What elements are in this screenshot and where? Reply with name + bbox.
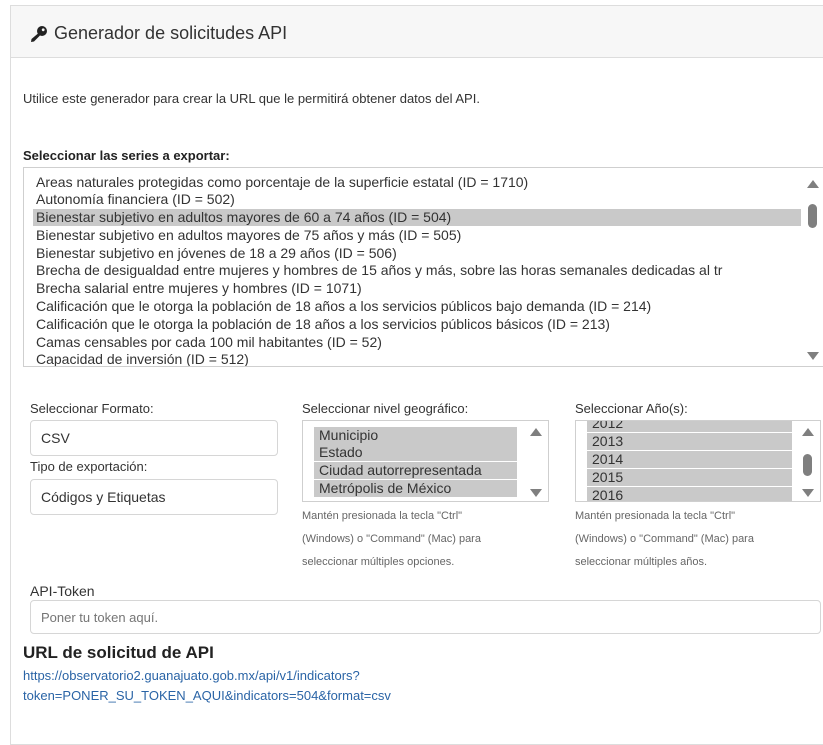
token-input[interactable] — [30, 600, 821, 634]
geo-help-line: seleccionar múltiples opciones. — [302, 556, 455, 568]
request-url-link[interactable]: https://observatorio2.guanajuato.gob.mx/… — [23, 666, 391, 706]
geo-option[interactable]: Estado — [314, 444, 517, 461]
years-help-line: (Windows) o "Command" (Mac) para — [575, 533, 754, 545]
geo-scrollbar[interactable] — [528, 421, 548, 501]
year-option[interactable]: 2015 — [587, 469, 792, 486]
series-listbox[interactable]: Areas naturales protegidas como porcenta… — [23, 167, 823, 367]
url-title: URL de solicitud de API — [23, 643, 214, 662]
panel-heading: Generador de solicitudes API — [11, 6, 823, 58]
series-label: Seleccionar las series a exportar: — [23, 148, 230, 163]
export-type-label: Tipo de exportación: — [30, 459, 148, 474]
export-type-select[interactable]: Códigos y Etiquetas — [30, 479, 278, 515]
years-help-line: Mantén presionada la tecla "Ctrl" — [575, 510, 736, 522]
years-help-line: seleccionar múltiples años. — [575, 556, 708, 568]
series-option[interactable]: Camas censables por cada 100 mil habitan… — [36, 334, 801, 351]
year-option[interactable]: 2016 — [587, 487, 792, 501]
geo-help-line: (Windows) o "Command" (Mac) para — [302, 533, 481, 545]
series-option[interactable]: Areas naturales protegidas como porcenta… — [36, 174, 801, 191]
intro-text: Utilice este generador para crear la URL… — [23, 91, 480, 106]
geo-help: Mantén presionada la tecla "Ctrl" (Windo… — [302, 505, 481, 574]
year-option[interactable]: 2012 — [587, 421, 792, 432]
series-option[interactable]: Brecha salarial entre mujeres y hombres … — [36, 280, 801, 297]
scroll-up-arrow-icon[interactable] — [802, 428, 814, 436]
token-label: API-Token — [30, 583, 95, 599]
series-option-selected[interactable]: Bienestar subjetivo en adultos mayores d… — [33, 209, 801, 226]
series-option[interactable]: Bienestar subjetivo en jóvenes de 18 a 2… — [36, 245, 801, 262]
export-type-value: Códigos y Etiquetas — [41, 489, 166, 505]
years-scrollbar[interactable] — [800, 421, 820, 501]
url-line: https://observatorio2.guanajuato.gob.mx/… — [23, 668, 360, 683]
format-value: CSV — [41, 430, 70, 446]
scroll-up-arrow-icon[interactable] — [807, 180, 819, 188]
geo-label: Seleccionar nivel geográfico: — [302, 401, 469, 416]
series-option[interactable]: Capacidad de inversión (ID = 512) — [36, 351, 801, 366]
geo-select[interactable]: Municipio Estado Ciudad autorrepresentad… — [302, 420, 549, 502]
format-select[interactable]: CSV — [30, 420, 278, 456]
format-label: Seleccionar Formato: — [30, 401, 154, 416]
years-select[interactable]: 2012 2013 2014 2015 2016 — [575, 420, 821, 502]
geo-option[interactable]: Ciudad autorrepresentada — [314, 462, 517, 479]
series-option[interactable]: Calificación que le otorga la población … — [36, 298, 801, 315]
scroll-down-arrow-icon[interactable] — [807, 352, 819, 360]
year-option[interactable]: 2013 — [587, 433, 792, 450]
key-icon — [31, 25, 47, 42]
series-scrollbar[interactable] — [803, 168, 823, 366]
geo-help-line: Mantén presionada la tecla "Ctrl" — [302, 510, 463, 522]
url-line: token=PONER_SU_TOKEN_AQUI&indicators=504… — [23, 688, 391, 703]
geo-option[interactable]: Metrópolis de México — [314, 480, 517, 497]
series-option[interactable]: Brecha de desigualdad entre mujeres y ho… — [36, 262, 801, 279]
scroll-down-arrow-icon[interactable] — [530, 489, 542, 497]
series-option[interactable]: Bienestar subjetivo en adultos mayores d… — [36, 227, 801, 244]
years-label: Seleccionar Año(s): — [575, 401, 688, 416]
scroll-down-arrow-icon[interactable] — [802, 489, 814, 497]
api-generator-panel: Generador de solicitudes API — [10, 5, 823, 745]
years-help: Mantén presionada la tecla "Ctrl" (Windo… — [575, 505, 754, 574]
geo-option[interactable]: Municipio — [314, 427, 517, 444]
series-option[interactable]: Calificación que le otorga la población … — [36, 316, 801, 333]
scroll-up-arrow-icon[interactable] — [530, 428, 542, 436]
panel-title-text: Generador de solicitudes API — [54, 23, 288, 43]
year-option[interactable]: 2014 — [587, 451, 792, 468]
panel-title: Generador de solicitudes API — [30, 23, 287, 44]
series-option[interactable]: Autonomía financiera (ID = 502) — [36, 191, 801, 208]
scroll-thumb[interactable] — [803, 454, 812, 476]
scroll-thumb[interactable] — [808, 204, 817, 228]
